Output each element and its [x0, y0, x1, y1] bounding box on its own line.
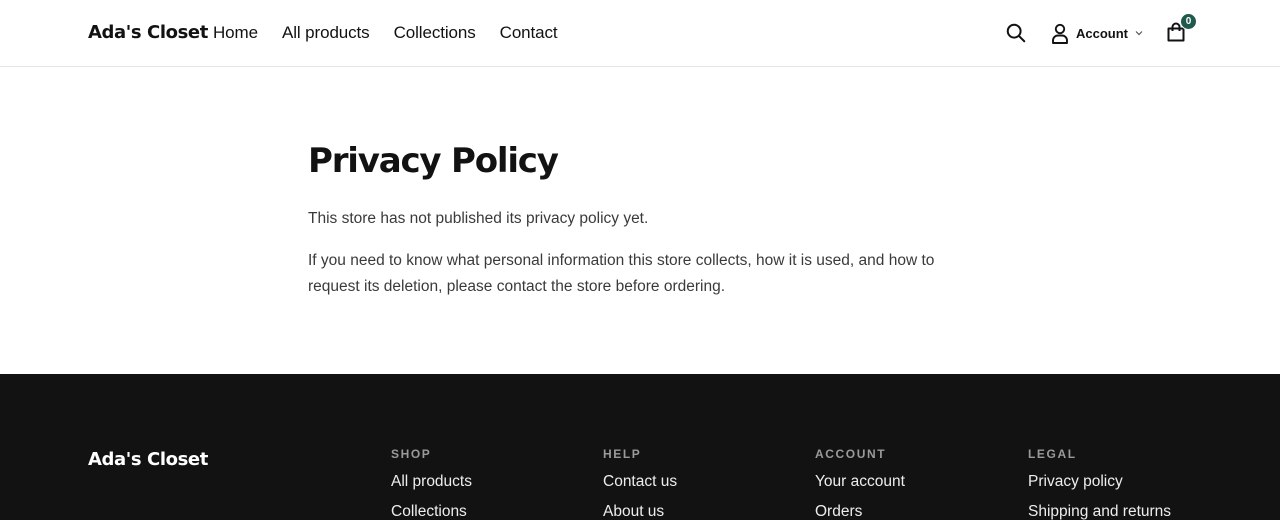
footer-column-legal: LEGAL Privacy policy Shipping and return…: [1028, 447, 1171, 520]
account-menu-button[interactable]: Account: [1050, 21, 1144, 45]
search-icon: [1006, 23, 1026, 43]
site-footer: Ada's Closet SHOP All products Collectio…: [0, 374, 1280, 520]
footer-column-account: ACCOUNT Your account Orders: [815, 447, 905, 520]
policy-paragraph: If you need to know what personal inform…: [308, 252, 935, 295]
chevron-down-icon: [1135, 31, 1143, 36]
footer-link-about-us[interactable]: About us: [603, 503, 677, 520]
footer-link-contact-us[interactable]: Contact us: [603, 473, 677, 491]
footer-brand: Ada's Closet: [88, 449, 208, 470]
footer-column-help: HELP Contact us About us: [603, 447, 677, 520]
search-button[interactable]: [1004, 21, 1028, 45]
page-title: Privacy Policy: [308, 141, 559, 181]
footer-column-heading: LEGAL: [1028, 447, 1077, 461]
site-header: Ada's Closet Home All products Collectio…: [0, 0, 1280, 67]
footer-link-your-account[interactable]: Your account: [815, 473, 905, 491]
footer-link-orders[interactable]: Orders: [815, 503, 905, 520]
footer-column-heading: HELP: [603, 447, 642, 461]
nav-link-home[interactable]: Home: [213, 23, 258, 43]
footer-column-shop: SHOP All products Collections: [391, 447, 472, 520]
cart-count-badge: 0: [1180, 13, 1197, 30]
nav-link-contact[interactable]: Contact: [500, 23, 558, 43]
footer-link-collections[interactable]: Collections: [391, 503, 472, 520]
page-content: Privacy Policy This store has not publis…: [308, 138, 988, 295]
user-icon: [1052, 23, 1068, 44]
footer-column-heading: ACCOUNT: [815, 447, 887, 461]
footer-link-all-products[interactable]: All products: [391, 473, 472, 491]
account-label: Account: [1076, 25, 1128, 41]
nav-link-all-products[interactable]: All products: [282, 23, 370, 43]
footer-link-shipping-returns[interactable]: Shipping and returns: [1028, 503, 1171, 520]
policy-paragraph: This store has not published its privacy…: [308, 210, 649, 227]
brand-logo-link[interactable]: Ada's Closet: [88, 22, 208, 43]
footer-link-privacy-policy[interactable]: Privacy policy: [1028, 473, 1171, 491]
main-nav: Home All products Collections Contact: [213, 23, 558, 43]
footer-column-heading: SHOP: [391, 447, 432, 461]
nav-link-collections[interactable]: Collections: [394, 23, 476, 43]
